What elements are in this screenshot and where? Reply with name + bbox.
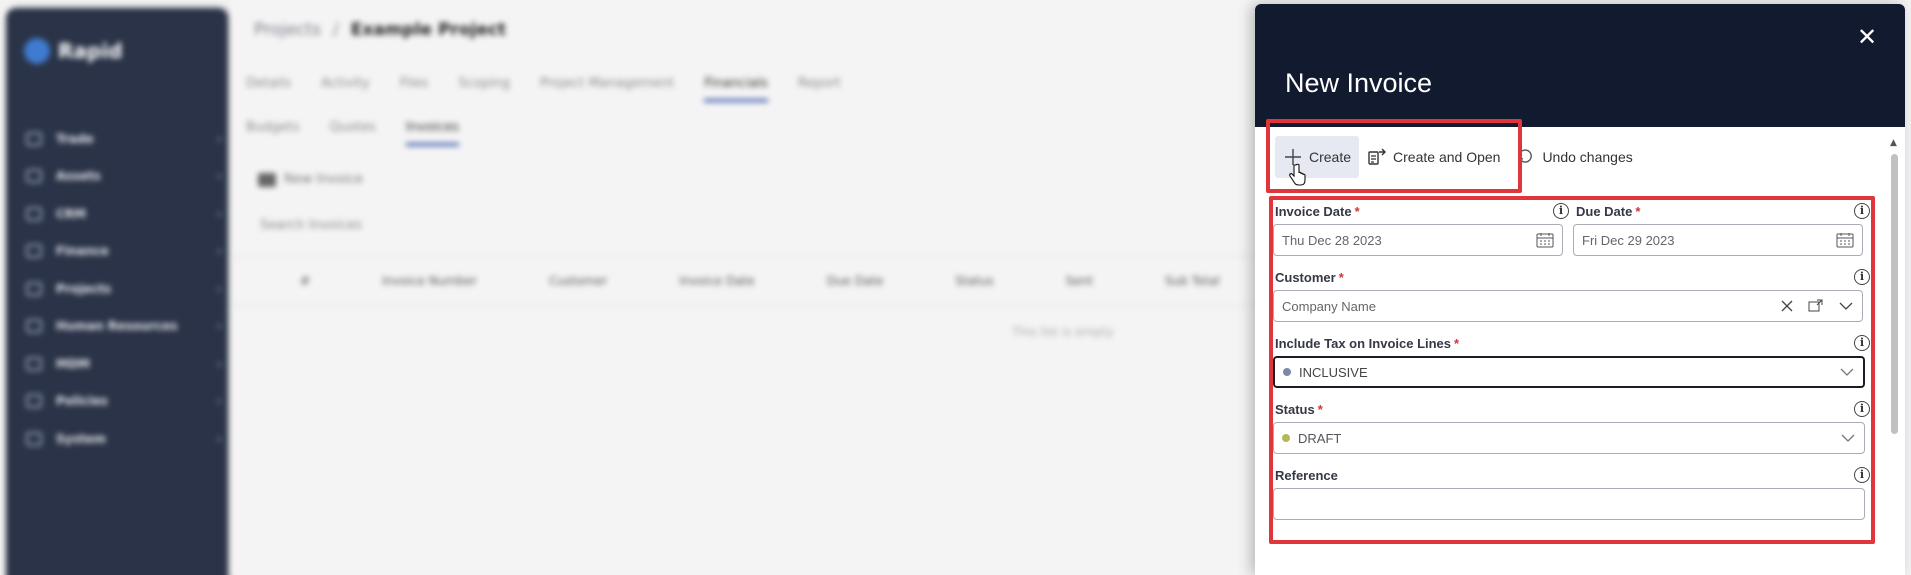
tab-scoping[interactable]: Scoping [458,76,510,102]
scroll-up-icon[interactable]: ▲ [1890,138,1897,148]
chevron-right-icon: › [217,319,222,334]
assets-icon [26,169,42,184]
sidebar-nav: Trade › Assets › CRM › Finance › Projects › H… [26,120,222,458]
chevron-right-icon: › [217,244,222,259]
sidebar-item-crm[interactable]: CRM › [26,195,222,233]
undo-changes-label: Undo changes [1542,149,1633,165]
form-highlight [1269,196,1875,544]
sidebar-item-projects[interactable]: Projects › [26,270,222,308]
finance-icon [26,244,42,259]
projects-icon [26,281,42,296]
subtab-invoices[interactable]: Invoices [405,120,460,146]
dialog-scrollbar[interactable]: ▲ [1887,134,1901,575]
sidebar-item-label: Projects [56,281,112,296]
sidebar-item-label: Assets [56,169,101,184]
financial-subtabs: Budgets Quotes Invoices [246,120,460,146]
chevron-right-icon: › [217,394,222,409]
column-header[interactable]: Due Date [827,274,884,288]
subtab-budgets[interactable]: Budgets [246,120,300,146]
tab-files[interactable]: Files [400,76,429,102]
tab-details[interactable]: Details [246,76,291,102]
dialog-header: New Invoice ✕ [1255,4,1905,127]
breadcrumb-separator: / [333,20,339,40]
chevron-right-icon: › [217,131,222,146]
chevron-right-icon: › [217,169,222,184]
tab-financials[interactable]: Financials [704,76,768,102]
breadcrumb-current: Example Project [350,20,507,40]
new-invoice-button[interactable]: New Invoice [258,172,363,187]
crm-icon [26,206,42,221]
invoice-icon [258,172,276,187]
sidebar-item-policies[interactable]: Policies › [26,383,222,421]
sidebar-item-label: MDM [56,356,90,371]
sidebar-item-finance[interactable]: Finance › [26,233,222,271]
chevron-right-icon: › [217,206,222,221]
sidebar-item-assets[interactable]: Assets › [26,158,222,196]
toolbar-highlight [1266,119,1522,193]
sidebar-item-label: Trade [56,131,94,146]
sidebar-item-label: Human Resources [56,319,178,334]
dialog-title: New Invoice [1285,68,1433,98]
column-header: # [300,274,311,288]
policies-icon [26,394,42,409]
system-icon [26,431,42,446]
tab-report[interactable]: Report [798,76,841,102]
column-header[interactable]: Customer [549,274,607,288]
chevron-right-icon: › [217,356,222,371]
logo-icon [24,38,50,64]
column-header[interactable]: Status [955,274,993,288]
chevron-right-icon: › [217,281,222,296]
new-invoice-label: New Invoice [284,172,363,187]
scrollbar-thumb[interactable] [1891,154,1898,434]
subtab-quotes[interactable]: Quotes [330,120,376,146]
tab-activity[interactable]: Activity [321,76,370,102]
sidebar-item-mdm[interactable]: MDM › [26,345,222,383]
close-icon[interactable]: ✕ [1852,22,1882,52]
new-invoice-dialog: New Invoice ✕ Create Create and Open Und… [1255,4,1905,575]
breadcrumb: Projects / Example Project [254,20,506,40]
column-header[interactable]: Sent [1066,274,1093,288]
sidebar: Rapid Trade › Assets › CRM › Finance › Proje… [6,8,228,575]
logo-text: Rapid [58,39,123,63]
invoice-grid-header: # Invoice Number Customer Invoice Date D… [230,256,1330,306]
sidebar-item-human-resources[interactable]: Human Resources › [26,308,222,346]
empty-list-message: This list is empty [1012,325,1114,339]
column-header[interactable]: Invoice Number [382,274,477,288]
sidebar-item-label: System [56,431,106,446]
trade-icon [26,131,42,146]
sidebar-item-trade[interactable]: Trade › [26,120,222,158]
chevron-right-icon: › [217,431,222,446]
column-header[interactable]: Sub Total [1165,274,1220,288]
sidebar-item-label: CRM [56,206,86,221]
breadcrumb-parent[interactable]: Projects [254,20,321,40]
sidebar-item-label: Policies [56,394,108,409]
column-header[interactable]: Invoice Date [679,274,754,288]
human-resources-icon [26,319,42,334]
project-tabs: Details Activity Files Scoping Project M… [246,76,841,102]
mdm-icon [26,356,42,371]
search-input[interactable]: Search Invoices [260,218,362,233]
tab-project-management[interactable]: Project Management [540,76,674,102]
sidebar-item-system[interactable]: System › [26,420,222,458]
app-logo: Rapid [24,38,122,64]
sidebar-item-label: Finance [56,244,109,259]
undo-changes-button[interactable]: Undo changes [1508,136,1640,178]
